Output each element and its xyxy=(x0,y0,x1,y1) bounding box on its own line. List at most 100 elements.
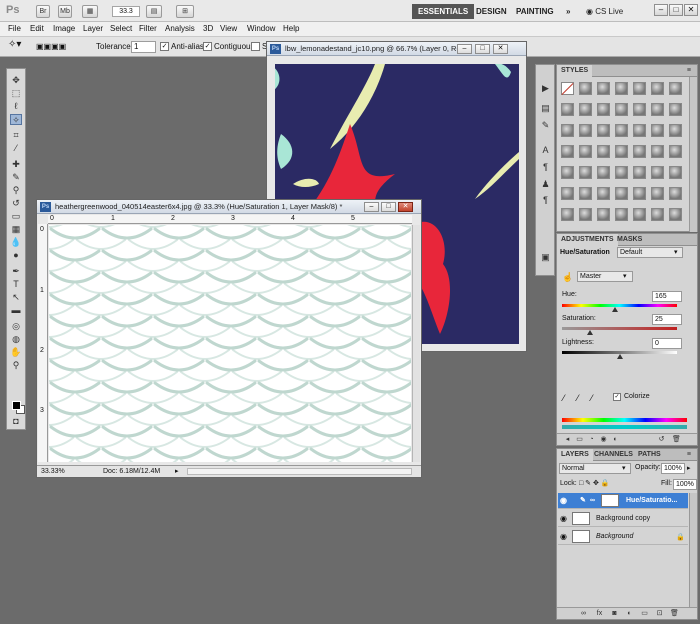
menu-view[interactable]: View xyxy=(220,24,237,33)
clip-to-layer-icon[interactable]: ◔ xyxy=(587,436,596,444)
style-swatch[interactable] xyxy=(579,124,592,137)
return-to-list-icon[interactable]: ◂ xyxy=(563,436,572,444)
cs-live-button[interactable]: ◉ CS Live xyxy=(586,5,623,18)
menu-help[interactable]: Help xyxy=(283,24,299,33)
add-mask-icon[interactable]: ◙ xyxy=(610,610,619,618)
fill-input[interactable]: 100% xyxy=(673,479,697,490)
tab-paths[interactable]: PATHS xyxy=(634,449,665,461)
style-swatch[interactable] xyxy=(597,145,610,158)
new-group-icon[interactable]: ▭ xyxy=(640,610,649,618)
eraser-tool-icon[interactable]: ▭ xyxy=(10,211,22,222)
chain-link-icon[interactable]: ∞ xyxy=(590,497,595,504)
move-tool-icon[interactable]: ✥ xyxy=(10,75,22,86)
character-panel-icon[interactable]: A xyxy=(539,145,552,156)
style-swatch[interactable] xyxy=(651,166,664,179)
doc-front-close-button[interactable]: ✕ xyxy=(398,202,413,212)
shape-tool-icon[interactable]: ▬ xyxy=(10,305,22,316)
eyedropper-plus-icon[interactable]: ⁄ xyxy=(577,393,579,403)
lock-icons[interactable]: □ ✎ ✥ 🔒 xyxy=(579,479,610,487)
layer-thumbnail[interactable] xyxy=(572,530,590,543)
hue-input[interactable]: 165 xyxy=(652,291,682,302)
antialias-checkbox[interactable]: ✓ xyxy=(160,42,169,51)
layers-panel-menu-icon[interactable]: ≡ xyxy=(683,449,695,461)
saturation-slider-track[interactable] xyxy=(562,327,677,330)
style-swatch[interactable] xyxy=(651,103,664,116)
zoom-tool-icon[interactable]: ⚲ xyxy=(10,360,22,371)
colorize-checkbox[interactable]: ✓ xyxy=(613,393,621,401)
eye-visibility-icon[interactable]: ◉ xyxy=(560,532,569,541)
style-swatch[interactable] xyxy=(615,103,628,116)
style-swatch[interactable] xyxy=(579,208,592,221)
actions-panel-icon[interactable]: ▤ xyxy=(539,103,552,114)
vertical-scrollbar[interactable] xyxy=(412,225,420,462)
style-swatch[interactable] xyxy=(633,103,646,116)
workspace-design[interactable]: DESIGN xyxy=(470,4,513,19)
style-swatch[interactable] xyxy=(579,166,592,179)
menu-filter[interactable]: Filter xyxy=(139,24,157,33)
style-swatch[interactable] xyxy=(615,187,628,200)
restore-button[interactable]: □ xyxy=(669,4,683,16)
targeted-adjustment-icon[interactable]: ☝ xyxy=(562,272,573,283)
tab-channels[interactable]: CHANNELS xyxy=(590,449,637,461)
style-swatch[interactable] xyxy=(597,208,610,221)
menu-edit[interactable]: Edit xyxy=(30,24,44,33)
opacity-input[interactable]: 100% xyxy=(661,463,685,474)
style-swatch[interactable] xyxy=(597,103,610,116)
status-menu-arrow-icon[interactable]: ▸ xyxy=(175,467,179,475)
healing-brush-tool-icon[interactable]: ✚ xyxy=(10,159,22,170)
style-swatch[interactable] xyxy=(579,187,592,200)
hue-slider-thumb[interactable] xyxy=(612,307,618,312)
new-adjustment-layer-icon[interactable]: ◐ xyxy=(625,610,634,618)
style-swatch[interactable] xyxy=(597,187,610,200)
doc-back-minimize-button[interactable]: – xyxy=(457,44,472,54)
menu-3d[interactable]: 3D xyxy=(203,24,213,33)
style-swatch[interactable] xyxy=(633,145,646,158)
lightness-input[interactable]: 0 xyxy=(652,338,682,349)
selection-mode-icons[interactable]: ▣▣▣▣ xyxy=(36,42,66,51)
style-swatch[interactable] xyxy=(615,208,628,221)
crop-tool-icon[interactable]: ⌗ xyxy=(10,130,22,141)
doc-back-close-button[interactable]: ✕ xyxy=(493,44,508,54)
magic-wand-tool-icon[interactable]: ✧ xyxy=(10,114,22,125)
hue-slider-track[interactable] xyxy=(562,304,677,307)
3d-orbit-tool-icon[interactable]: ◍ xyxy=(10,334,22,345)
hand-tool-icon[interactable]: ✋ xyxy=(10,347,22,358)
gradient-tool-icon[interactable]: ▦ xyxy=(10,224,22,235)
minimize-button[interactable]: – xyxy=(654,4,668,16)
reset-icon[interactable]: ↺ xyxy=(657,436,666,444)
style-swatch[interactable] xyxy=(633,208,646,221)
eyedropper-icon[interactable]: ⁄ xyxy=(563,393,565,403)
easter-image-canvas[interactable] xyxy=(49,225,411,462)
layer-row-hue-saturation[interactable]: ◉ ✎ ∞ Hue/Saturatio... xyxy=(558,493,688,509)
opacity-arrow-icon[interactable]: ▸ xyxy=(687,464,691,472)
style-swatch[interactable] xyxy=(633,187,646,200)
clone-stamp-tool-icon[interactable]: ⚲ xyxy=(10,185,22,196)
style-swatch[interactable] xyxy=(651,124,664,137)
style-swatch[interactable] xyxy=(579,145,592,158)
clone-source-icon[interactable]: ♟ xyxy=(539,179,552,190)
zoom-level-field[interactable]: 33.3 xyxy=(112,6,140,17)
saturation-input[interactable]: 25 xyxy=(652,314,682,325)
paragraph-styles-icon[interactable]: ¶ xyxy=(539,195,552,206)
type-tool-icon[interactable]: T xyxy=(10,279,22,290)
style-swatch[interactable] xyxy=(633,82,646,95)
style-swatch[interactable] xyxy=(561,187,574,200)
panel-menu-icon[interactable]: ≡ xyxy=(683,65,695,77)
styles-scrollbar[interactable] xyxy=(689,77,697,232)
style-swatch[interactable] xyxy=(561,166,574,179)
eyedropper-tool-icon[interactable]: ⁄ xyxy=(10,143,22,154)
bridge-icon[interactable]: Br xyxy=(36,5,50,18)
link-layers-icon[interactable]: ∞ xyxy=(579,610,588,618)
style-swatch[interactable] xyxy=(669,166,682,179)
style-swatch[interactable] xyxy=(651,208,664,221)
style-swatch[interactable] xyxy=(669,187,682,200)
mini-bridge-icon[interactable]: Mb xyxy=(58,5,72,18)
menu-window[interactable]: Window xyxy=(247,24,275,33)
sample-all-layers-checkbox[interactable] xyxy=(251,42,260,51)
dodge-tool-icon[interactable]: ● xyxy=(10,250,22,261)
tab-adjustments[interactable]: ADJUSTMENTS xyxy=(557,234,618,246)
3d-rotate-tool-icon[interactable]: ◎ xyxy=(10,321,22,332)
saturation-slider-thumb[interactable] xyxy=(587,330,593,335)
3d-panel-icon[interactable]: ▣ xyxy=(539,252,552,263)
screen-mode-icon[interactable]: ⊞ xyxy=(176,5,194,18)
